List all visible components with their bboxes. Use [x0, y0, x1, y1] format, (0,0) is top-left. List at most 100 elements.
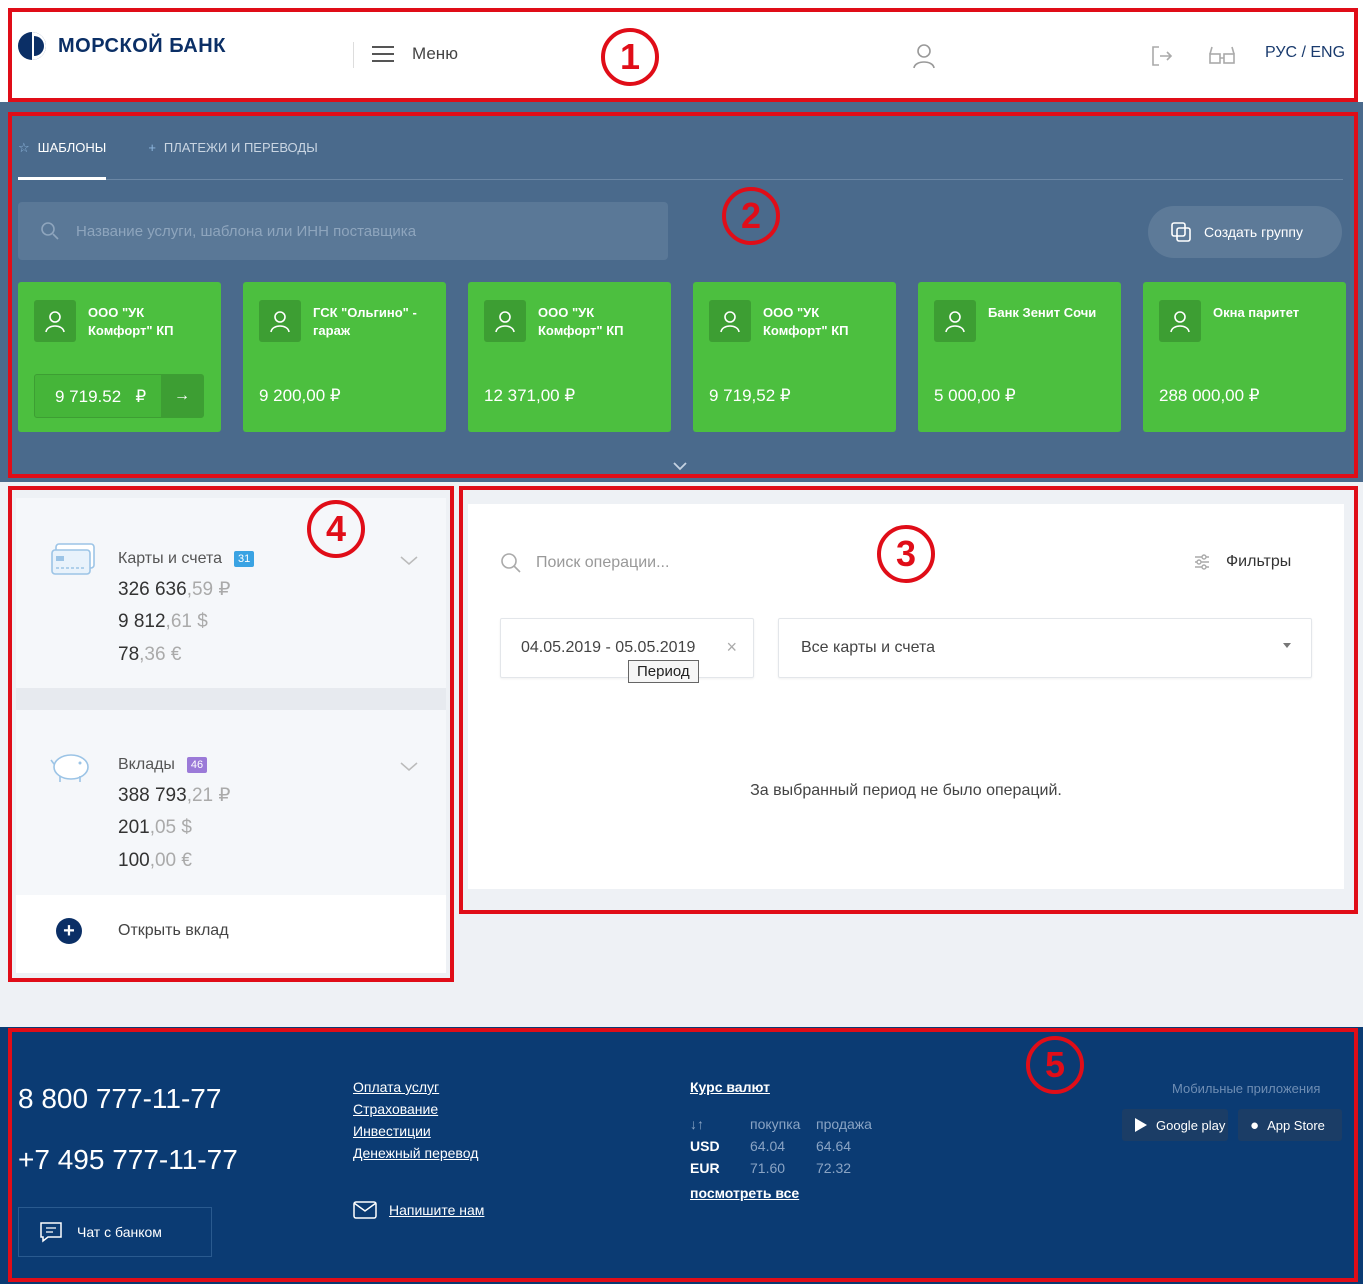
tab-label: ШАБЛОНЫ: [37, 140, 107, 155]
template-card[interactable]: Банк Зенит Сочи 5 000,00 ₽: [918, 282, 1121, 432]
open-deposit-button[interactable]: + Открыть вклад: [56, 918, 229, 944]
template-cards: ООО "УК Комфорт" КП 9 719.52 ₽ → ГСК "Ол…: [18, 282, 1346, 432]
deposits-group[interactable]: Вклады 46 388 793,21 ₽ 201,05 $ 100,00 €: [16, 710, 446, 895]
user-profile-icon[interactable]: [912, 42, 936, 70]
annotation-marker: 5: [1026, 1036, 1084, 1094]
logo-text: МОРСКОЙ БАНК: [58, 34, 226, 57]
template-amount: 12 371,00 ₽: [484, 386, 576, 405]
cards-count-badge: 31: [234, 551, 255, 567]
deposit-balance-rub: 388 793,21 ₽: [118, 785, 231, 806]
template-card[interactable]: ООО "УК Комфорт" КП 9 719.52 ₽ →: [18, 282, 221, 432]
menu-button[interactable]: Меню: [372, 44, 458, 64]
template-name: ООО "УК Комфорт" КП: [538, 305, 624, 338]
open-deposit-label: Открыть вклад: [118, 922, 229, 939]
write-us-link[interactable]: Напишите нам: [353, 1201, 484, 1219]
accounts-select-value: Все карты и счета: [801, 639, 936, 656]
hamburger-icon: [372, 46, 394, 62]
tab-templates[interactable]: ☆ ШАБЛОНЫ: [18, 140, 107, 180]
payee-avatar-icon: [709, 300, 751, 342]
chevron-down-icon[interactable]: [672, 460, 688, 472]
deposits-count-badge: 46: [186, 757, 208, 773]
sort-arrows-icon[interactable]: ↓↑: [690, 1113, 750, 1135]
balance-usd: 9 812,61 $: [118, 611, 208, 632]
filters-button[interactable]: Фильтры: [1192, 552, 1291, 572]
deposits-group-title: Вклады 46: [118, 756, 208, 774]
rate-row: USD 64.04 64.64: [690, 1138, 852, 1154]
template-name: ООО "УК Комфорт" КП: [763, 305, 849, 338]
period-tooltip: Период: [628, 660, 699, 683]
accessibility-glasses-icon[interactable]: [1208, 44, 1236, 68]
template-amount: 5 000,00 ₽: [934, 386, 1016, 405]
menu-label: Меню: [412, 44, 458, 63]
footer-link[interactable]: Денежный перевод: [353, 1145, 478, 1161]
header: МОРСКОЙ БАНК Меню РУС / ENG: [0, 0, 1363, 102]
operations-search-input[interactable]: [536, 554, 836, 572]
envelope-icon: [353, 1201, 377, 1219]
template-card[interactable]: ООО "УК Комфорт" КП 12 371,00 ₽: [468, 282, 671, 432]
create-group-label: Создать группу: [1204, 224, 1303, 240]
phone-number[interactable]: +7 495 777-11-77: [18, 1144, 238, 1176]
deposit-balance-eur: 100,00 €: [118, 850, 192, 871]
tab-label: ПЛАТЕЖИ И ПЕРЕВОДЫ: [163, 140, 318, 155]
balance-eur: 78,36 €: [118, 644, 182, 665]
template-amount: 288 000,00 ₽: [1159, 386, 1260, 405]
amount-field[interactable]: 9 719.52 ₽ →: [34, 374, 204, 418]
cards-group-title: Карты и счета 31: [118, 550, 255, 568]
template-amount: 9 200,00 ₽: [259, 386, 341, 405]
google-play-button[interactable]: Google play: [1122, 1109, 1228, 1141]
col-buy: покупка: [750, 1116, 801, 1132]
period-value: 04.05.2019 - 05.05.2019: [521, 639, 696, 656]
period-field[interactable]: 04.05.2019 - 05.05.2019 ×: [500, 618, 754, 678]
cards-accounts-group[interactable]: Карты и счета 31 326 636,59 ₽ 9 812,61 $…: [16, 498, 446, 688]
footer-link[interactable]: Страхование: [353, 1101, 478, 1117]
chat-label: Чат с банком: [77, 1224, 162, 1240]
payee-avatar-icon: [1159, 300, 1201, 342]
star-icon: ☆: [18, 140, 30, 155]
bank-logo[interactable]: МОРСКОЙ БАНК: [18, 32, 226, 60]
rates-title[interactable]: Курс валют: [690, 1079, 770, 1095]
accounts-select[interactable]: Все карты и счета: [778, 618, 1312, 678]
template-name: ГСК "Ольгино" - гараж: [313, 305, 417, 338]
language-switch[interactable]: РУС / ENG: [1265, 44, 1345, 62]
template-card[interactable]: ГСК "Ольгино" - гараж 9 200,00 ₽: [243, 282, 446, 432]
col-sell: продажа: [816, 1116, 872, 1132]
template-card[interactable]: ООО "УК Комфорт" КП 9 719,52 ₽: [693, 282, 896, 432]
cards-icon: [51, 543, 95, 575]
clear-period-icon[interactable]: ×: [726, 637, 737, 658]
rates-table: ↓↑ покупка продажа USD 64.04 64.64 EUR 7…: [690, 1113, 882, 1179]
logo-mark-icon: [18, 32, 46, 60]
phone-number[interactable]: 8 800 777-11-77: [18, 1083, 221, 1115]
caret-down-icon: [1283, 643, 1291, 648]
template-card[interactable]: Окна паритет 288 000,00 ₽: [1143, 282, 1346, 432]
chat-with-bank-button[interactable]: Чат с банком: [18, 1207, 212, 1257]
search-icon: [41, 222, 59, 240]
template-search-input[interactable]: [76, 222, 636, 240]
footer-link[interactable]: Инвестиции: [353, 1123, 478, 1139]
footer-links: Оплата услуг Страхование Инвестиции Дене…: [353, 1079, 478, 1161]
footer: 8 800 777-11-77 +7 495 777-11-77 Чат с б…: [0, 1027, 1363, 1284]
google-play-icon: [1135, 1118, 1147, 1132]
chevron-down-icon[interactable]: [400, 762, 418, 772]
operations-search: [500, 552, 836, 574]
filters-label: Фильтры: [1226, 553, 1292, 570]
chevron-down-icon[interactable]: [400, 556, 418, 566]
balance-rub: 326 636,59 ₽: [118, 579, 231, 600]
see-all-rates-link[interactable]: посмотреть все: [690, 1185, 882, 1201]
templates-panel: ☆ ШАБЛОНЫ + ПЛАТЕЖИ И ПЕРЕВОДЫ Создать г…: [0, 102, 1363, 482]
annotation-marker: 2: [722, 187, 780, 245]
logout-icon[interactable]: [1150, 44, 1174, 68]
mobile-apps-title: Мобильные приложения: [1172, 1081, 1321, 1096]
footer-link[interactable]: Оплата услуг: [353, 1079, 478, 1095]
accounts-panel: Карты и счета 31 326 636,59 ₽ 9 812,61 $…: [16, 498, 446, 973]
tab-payments[interactable]: + ПЛАТЕЖИ И ПЕРЕВОДЫ: [148, 140, 317, 180]
annotation-marker: 1: [601, 28, 659, 86]
create-group-button[interactable]: Создать группу: [1148, 206, 1342, 258]
app-store-button[interactable]: ● App Store: [1238, 1109, 1342, 1141]
payee-avatar-icon: [34, 300, 76, 342]
piggy-bank-icon: [50, 754, 89, 782]
plus-circle-icon: +: [56, 918, 82, 944]
apple-icon: ●: [1250, 1116, 1260, 1134]
rate-row: EUR 71.60 72.32: [690, 1160, 852, 1176]
group-separator: [16, 688, 446, 710]
pay-arrow-button[interactable]: →: [161, 375, 203, 417]
